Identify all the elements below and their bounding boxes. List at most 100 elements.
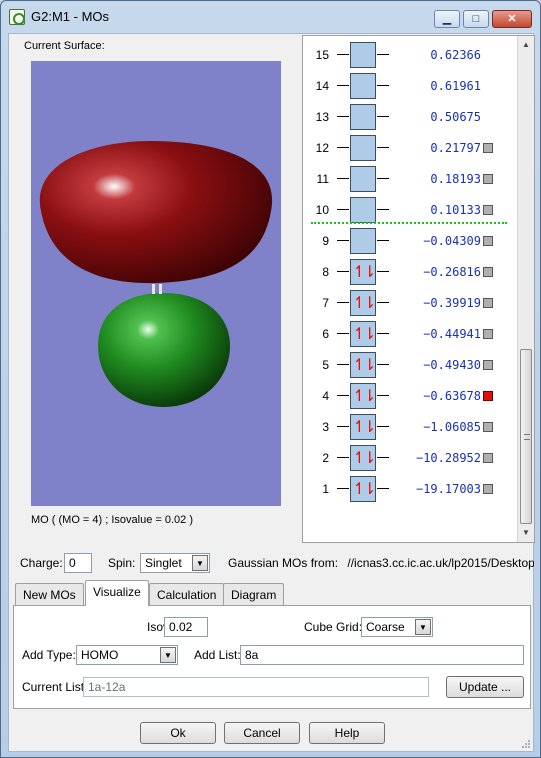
mo-energy: 0.50675 xyxy=(430,110,481,124)
title-bar[interactable]: G2:M1 - MOs ▁ □ ✕ xyxy=(1,1,540,31)
electron-pair-icon: ↿⇂ xyxy=(352,262,377,281)
scroll-down-arrow[interactable]: ▼ xyxy=(518,525,534,541)
virtual-orbital-box[interactable] xyxy=(350,42,376,68)
maximize-button[interactable]: □ xyxy=(463,10,489,28)
ok-button[interactable]: Ok xyxy=(140,722,216,744)
level-line xyxy=(377,488,389,489)
occupied-orbital-box[interactable]: ↿⇂ xyxy=(350,414,376,440)
mo-list-scrollbar[interactable]: ▲ ▼ xyxy=(517,36,534,542)
level-line xyxy=(337,364,349,365)
visualize-tab-panel: Isovalue: 0.02 Cube Grid: Coarse ▼ Add T… xyxy=(13,605,531,709)
tab-diagram[interactable]: Diagram xyxy=(223,583,285,605)
mo-row[interactable]: 9 −0.04309 xyxy=(303,226,515,257)
gaussian-label: Gaussian MOs from: xyxy=(228,556,339,570)
add-list-input[interactable]: 8a xyxy=(240,645,524,665)
mo-select-checkbox[interactable] xyxy=(483,174,493,184)
virtual-orbital-box[interactable] xyxy=(350,228,376,254)
add-type-value: HOMO xyxy=(81,648,119,662)
mo-energy: 0.18193 xyxy=(430,172,481,186)
minimize-button[interactable]: ▁ xyxy=(434,10,460,28)
mo-energy-list[interactable]: 15 0.62366 14 0.61961 13 0.50675 12 0.21797 11 0.… xyxy=(302,35,535,543)
orbital-render xyxy=(39,141,273,407)
close-button[interactable]: ✕ xyxy=(492,10,532,28)
mo-select-checkbox[interactable] xyxy=(483,329,493,339)
current-surface-label: Current Surface: xyxy=(24,40,105,52)
mo-row[interactable]: 5 ↿⇂ −0.49430 xyxy=(303,350,515,381)
spin-select[interactable]: Singlet ▼ xyxy=(140,553,210,573)
tab-visualize[interactable]: Visualize xyxy=(85,580,149,606)
level-line xyxy=(337,54,349,55)
spin-value: Singlet xyxy=(145,556,182,570)
help-button[interactable]: Help xyxy=(309,722,385,744)
cube-grid-select[interactable]: Coarse ▼ xyxy=(361,617,433,637)
mo-number: 1 xyxy=(322,482,329,496)
mo-row[interactable]: 7 ↿⇂ −0.39919 xyxy=(303,288,515,319)
electron-pair-icon: ↿⇂ xyxy=(352,386,377,405)
mo-row[interactable]: 14 0.61961 xyxy=(303,71,515,102)
virtual-orbital-box[interactable] xyxy=(350,73,376,99)
mo-select-checkbox[interactable] xyxy=(483,453,493,463)
virtual-orbital-box[interactable] xyxy=(350,166,376,192)
occupied-orbital-box[interactable]: ↿⇂ xyxy=(350,290,376,316)
occupied-orbital-box[interactable]: ↿⇂ xyxy=(350,476,376,502)
mo-select-checkbox-checked[interactable] xyxy=(483,391,493,401)
mo-row[interactable]: 13 0.50675 xyxy=(303,102,515,133)
level-line xyxy=(337,302,349,303)
mo-select-checkbox[interactable] xyxy=(483,360,493,370)
mo-row[interactable]: 6 ↿⇂ −0.44941 xyxy=(303,319,515,350)
mo-select-checkbox[interactable] xyxy=(483,298,493,308)
electron-pair-icon: ↿⇂ xyxy=(352,417,377,436)
mo-select-checkbox[interactable] xyxy=(483,236,493,246)
occupied-orbital-box[interactable]: ↿⇂ xyxy=(350,383,376,409)
mo-row[interactable]: 11 0.18193 xyxy=(303,164,515,195)
level-line xyxy=(337,333,349,334)
cube-grid-value: Coarse xyxy=(366,620,405,634)
mo-row[interactable]: 8 ↿⇂ −0.26816 xyxy=(303,257,515,288)
gaussian-source: Gaussian MOs from: //icnas3.cc.ic.ac.uk/… xyxy=(228,556,534,570)
virtual-orbital-box[interactable] xyxy=(350,135,376,161)
level-line xyxy=(337,240,349,241)
mo-row[interactable]: 3 ↿⇂ −1.06085 xyxy=(303,412,515,443)
electron-pair-icon: ↿⇂ xyxy=(352,479,377,498)
occupied-orbital-box[interactable]: ↿⇂ xyxy=(350,352,376,378)
mo-select-checkbox[interactable] xyxy=(483,205,493,215)
level-line xyxy=(337,116,349,117)
mo-row[interactable]: 2 ↿⇂ −10.28952 xyxy=(303,443,515,474)
mo-number: 11 xyxy=(316,172,329,186)
virtual-orbital-box[interactable] xyxy=(350,197,376,223)
chevron-down-icon[interactable]: ▼ xyxy=(192,555,208,571)
isovalue-input[interactable]: 0.02 xyxy=(164,617,208,637)
tab-calculation[interactable]: Calculation xyxy=(149,583,225,605)
mo-select-checkbox[interactable] xyxy=(483,267,493,277)
scroll-up-arrow[interactable]: ▲ xyxy=(518,37,534,53)
mo-energy: −0.39919 xyxy=(423,296,481,310)
tab-new-mos[interactable]: New MOs xyxy=(15,583,84,605)
add-type-label: Add Type: xyxy=(22,648,76,662)
mo-select-checkbox[interactable] xyxy=(483,143,493,153)
update-button[interactable]: Update ... xyxy=(446,676,524,698)
virtual-orbital-box[interactable] xyxy=(350,104,376,130)
level-line xyxy=(377,364,389,365)
chevron-down-icon[interactable]: ▼ xyxy=(415,619,431,635)
cancel-button[interactable]: Cancel xyxy=(224,722,300,744)
occupied-orbital-box[interactable]: ↿⇂ xyxy=(350,259,376,285)
mo-row[interactable]: 15 0.62366 xyxy=(303,40,515,71)
mo-row[interactable]: 12 0.21797 xyxy=(303,133,515,164)
charge-input[interactable]: 0 xyxy=(64,553,92,573)
add-type-select[interactable]: HOMO ▼ xyxy=(76,645,178,665)
chevron-down-icon[interactable]: ▼ xyxy=(160,647,176,663)
mo-select-checkbox[interactable] xyxy=(483,422,493,432)
scroll-thumb[interactable] xyxy=(520,349,532,524)
mo-row[interactable]: 1 ↿⇂ −19.17003 xyxy=(303,474,515,505)
mo-energy: −0.26816 xyxy=(423,265,481,279)
cube-grid-label: Cube Grid: xyxy=(304,620,363,634)
mo-energy: 0.61961 xyxy=(430,79,481,93)
orbital-surface-view[interactable] xyxy=(31,61,281,506)
resize-grip-icon[interactable] xyxy=(521,739,531,749)
mo-select-checkbox[interactable] xyxy=(483,484,493,494)
occupied-orbital-box[interactable]: ↿⇂ xyxy=(350,321,376,347)
mo-row[interactable]: 4 ↿⇂ −0.63678 xyxy=(303,381,515,412)
occupied-orbital-box[interactable]: ↿⇂ xyxy=(350,445,376,471)
level-line xyxy=(337,395,349,396)
atom-bond-left xyxy=(152,284,155,294)
